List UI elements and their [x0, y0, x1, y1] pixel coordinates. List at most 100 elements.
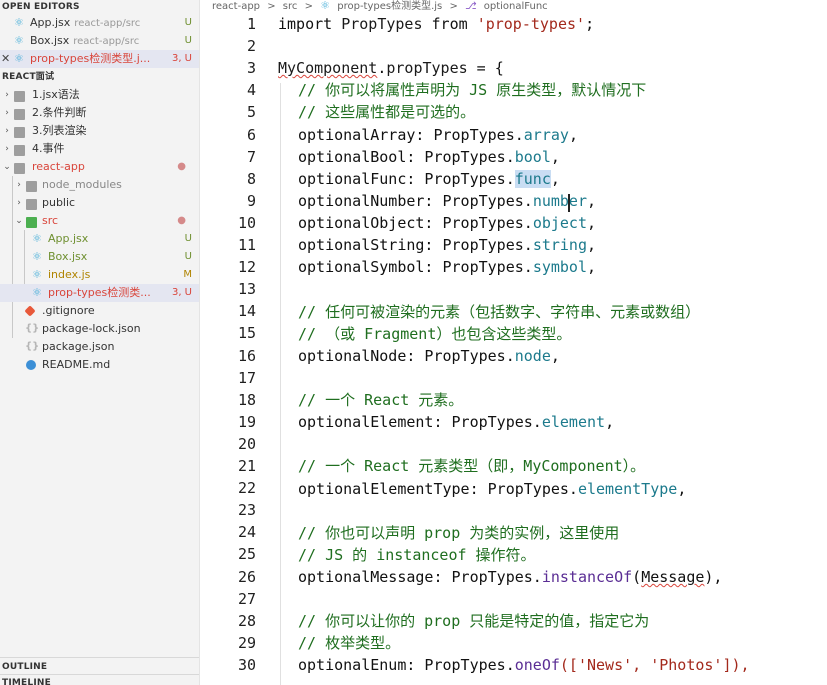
token: number [532, 192, 587, 210]
folder-icon [14, 145, 25, 156]
code-line-18[interactable]: // 一个 React 元素。 [298, 389, 463, 411]
token: , [677, 480, 687, 498]
code-line-5[interactable]: // 这些属性都是可选的。 [298, 101, 475, 123]
tree-label: 2.条件判断 [32, 106, 87, 119]
breadcrumb-separator: > [304, 1, 313, 12]
tree-file-index-js[interactable]: ⚛ index.js M [0, 266, 199, 284]
tree-folder-node-modules[interactable]: › node_modules [0, 176, 199, 194]
code-line-4[interactable]: // 你可以将属性声明为 JS 原生类型，默认情况下 [298, 79, 646, 101]
open-editor-prop-types[interactable]: ✕ ⚛ prop-types检测类型.j... 3, U [0, 50, 199, 68]
token: ( [632, 568, 642, 586]
token: optionalNode: PropTypes. [298, 347, 515, 365]
code-line-25[interactable]: // JS 的 instanceof 操作符。 [298, 544, 536, 566]
tree-folder-list[interactable]: › 3.列表渲染 [0, 122, 199, 140]
code-line-24[interactable]: // 你也可以声明 prop 为类的实例，这里使用 [298, 522, 619, 544]
selected-token: func [514, 170, 551, 188]
tree-label: 3.列表渲染 [32, 124, 87, 137]
folder-icon [14, 109, 25, 120]
code-line-11[interactable]: optionalString: PropTypes.string, [298, 234, 596, 256]
react-file-icon: ⚛ [14, 16, 24, 29]
code-line-26[interactable]: optionalMessage: PropTypes.instanceOf(Me… [298, 566, 722, 588]
code-line-30[interactable]: optionalEnum: PropTypes.oneOf(['News', '… [298, 654, 750, 676]
token: propTypes [386, 59, 468, 77]
code-line-21[interactable]: // 一个 React 元素类型（即，MyComponent）。 [298, 455, 645, 477]
code-line-28[interactable]: // 你可以让你的 prop 只能是特定的值，指定它为 [298, 610, 649, 632]
token: , [587, 192, 597, 210]
open-editors-header[interactable]: OPEN EDITORS [0, 0, 80, 14]
chevron-right-icon: › [5, 126, 9, 136]
close-icon[interactable]: ✕ [1, 50, 10, 68]
tree-file-app-jsx[interactable]: ⚛ App.jsx U [0, 230, 199, 248]
code-line-22[interactable]: optionalElementType: PropTypes.elementTy… [298, 478, 686, 500]
line-number: 25 [237, 545, 256, 564]
code-line-19[interactable]: optionalElement: PropTypes.element, [298, 411, 614, 433]
line-number: 24 [237, 523, 256, 542]
timeline-header[interactable]: TIMELINE [0, 676, 51, 685]
folder-open-icon [26, 217, 37, 228]
token: optionalSymbol: PropTypes. [298, 258, 533, 276]
code-line-1[interactable]: import PropTypes from 'prop-types'; [278, 13, 594, 35]
tree-file-package-json[interactable]: {} package.json [0, 338, 199, 356]
tree-label: Box.jsx [48, 250, 88, 263]
chevron-right-icon: › [5, 108, 9, 118]
folder-icon [26, 181, 37, 192]
tree-label: README.md [42, 358, 111, 371]
untracked-badge: U [184, 233, 192, 244]
code-editor[interactable]: react-app > src > ⚛ prop-types检测类型.js > … [200, 0, 827, 685]
tree-label: prop-types检测类... [48, 286, 151, 299]
react-file-icon: ⚛ [32, 232, 42, 245]
code-line-8[interactable]: optionalFunc: PropTypes.func, [298, 168, 560, 190]
breadcrumb-separator: > [267, 1, 276, 12]
code-line-6[interactable]: optionalArray: PropTypes.array, [298, 124, 578, 146]
tree-file-gitignore[interactable]: .gitignore [0, 302, 199, 320]
tree-file-readme[interactable]: README.md [0, 356, 199, 374]
tree-folder-react-app[interactable]: ⌄ react-app ● [0, 158, 199, 176]
tree-label: .gitignore [42, 304, 95, 317]
token: from [422, 15, 477, 33]
code-line-12[interactable]: optionalSymbol: PropTypes.symbol, [298, 256, 596, 278]
token: = { [467, 59, 504, 77]
error-badge: 3, U [171, 287, 192, 298]
tree-file-box-jsx[interactable]: ⚛ Box.jsx U [0, 248, 199, 266]
chevron-right-icon: › [17, 198, 21, 208]
tree-folder-event[interactable]: › 4.事件 [0, 140, 199, 158]
code-line-10[interactable]: optionalObject: PropTypes.object, [298, 212, 596, 234]
workspace-header[interactable]: REACT面试 [0, 70, 54, 84]
token: optionalElement: PropTypes. [298, 413, 542, 431]
code-line-15[interactable]: // （或 Fragment）也包含这些类型。 [298, 323, 571, 345]
tree-label: public [42, 196, 76, 209]
open-editor-app-jsx[interactable]: ⚛ App.jsx react-app/src U [0, 14, 199, 32]
token: string [532, 236, 587, 254]
tree-folder-condition[interactable]: › 2.条件判断 [0, 104, 199, 122]
code-line-9[interactable]: optionalNumber: PropTypes.number, [298, 190, 596, 212]
token: bool [514, 148, 551, 166]
code-line-7[interactable]: optionalBool: PropTypes.bool, [298, 146, 560, 168]
breadcrumb-item[interactable]: optionalFunc [484, 1, 548, 12]
tree-folder-public[interactable]: › public [0, 194, 199, 212]
tree-folder-jsx[interactable]: › 1.jsx语法 [0, 86, 199, 104]
tree-label: App.jsx [48, 232, 89, 245]
token: , [550, 170, 560, 188]
indent-guide [280, 83, 281, 685]
breadcrumb-item[interactable]: react-app [212, 1, 260, 12]
token: optionalString: PropTypes. [298, 236, 533, 254]
breadcrumb-separator: > [449, 1, 458, 12]
untracked-badge: U [184, 17, 192, 28]
code-line-3[interactable]: MyComponent.propTypes = { [278, 57, 504, 79]
token: , [568, 126, 578, 144]
outline-header[interactable]: OUTLINE [0, 660, 47, 674]
line-number: 13 [237, 280, 256, 299]
line-number: 20 [237, 434, 256, 453]
open-editor-box-jsx[interactable]: ⚛ Box.jsx react-app/src U [0, 32, 199, 50]
line-number: 4 [246, 81, 256, 100]
breadcrumb-item[interactable]: prop-types检测类型.js [337, 1, 442, 12]
code-line-14[interactable]: // 任何可被渲染的元素（包括数字、字符串、元素或数组） [298, 301, 700, 323]
code-line-29[interactable]: // 枚举类型。 [298, 632, 400, 654]
token: optionalFunc: PropTypes. [298, 170, 515, 188]
tree-file-prop-types[interactable]: ⚛ prop-types检测类... 3, U [0, 284, 199, 302]
tree-file-package-lock[interactable]: {} package-lock.json [0, 320, 199, 338]
breadcrumb-item[interactable]: src [283, 1, 298, 12]
tree-folder-src[interactable]: ⌄ src ● [0, 212, 199, 230]
breadcrumb: react-app > src > ⚛ prop-types检测类型.js > … [200, 0, 827, 12]
code-line-16[interactable]: optionalNode: PropTypes.node, [298, 345, 560, 367]
